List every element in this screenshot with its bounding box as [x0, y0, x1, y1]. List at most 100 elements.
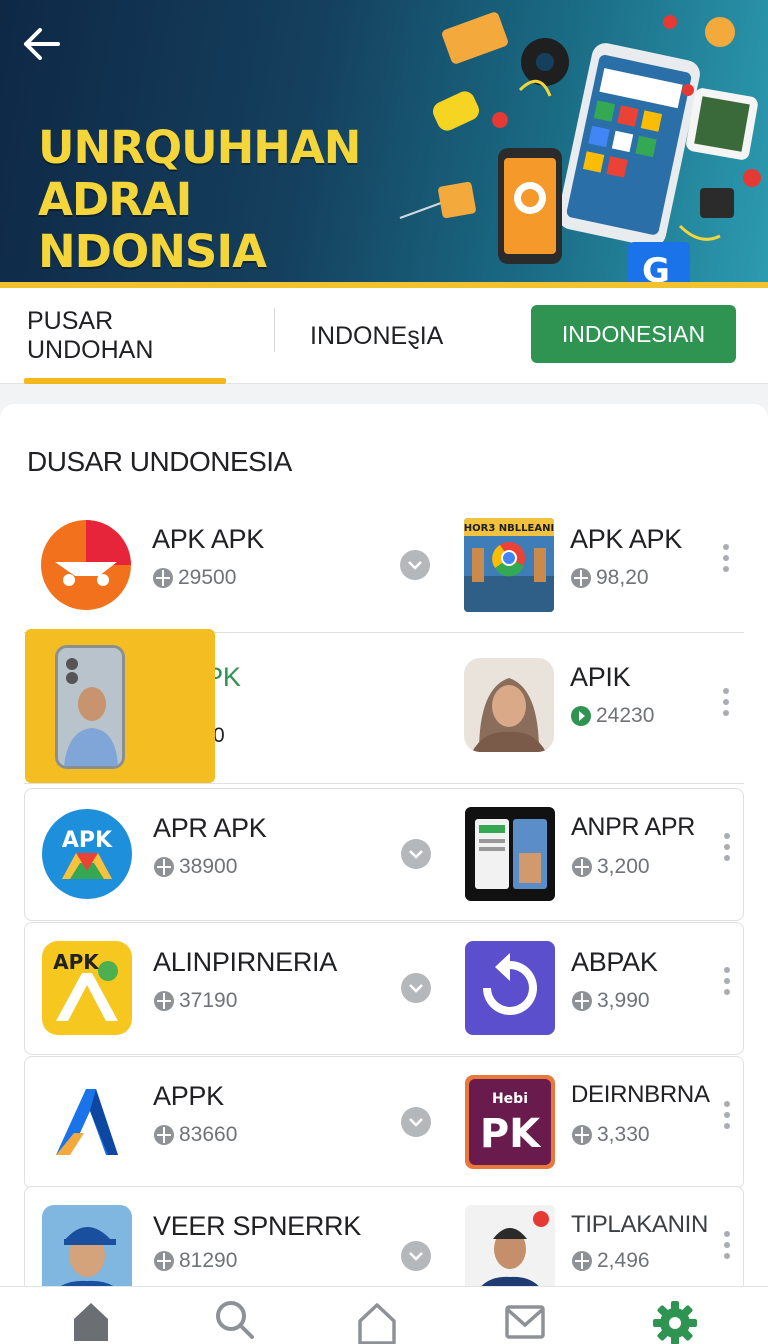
list-item[interactable]: APIK 24230 — [444, 634, 744, 783]
globe-icon — [571, 568, 591, 588]
download-count-value: 98,20 — [596, 566, 649, 589]
list-item[interactable]: HOR3 NBLLEANI APK APK 98,20 — [444, 500, 744, 632]
download-count: 38900 — [153, 855, 237, 879]
settings-icon[interactable] — [650, 1295, 700, 1344]
app-name[interactable]: ANPR APR — [571, 813, 695, 842]
app-name[interactable]: VEER SPNERRK — [153, 1211, 361, 1242]
banner-title-line2: ADRAI NDONSIA — [38, 173, 267, 278]
globe-icon — [154, 991, 174, 1011]
list-item[interactable]: Hebi PK DEIRNBRNA 3,330 — [445, 1057, 745, 1188]
list-item[interactable]: ANPR APR 3,200 — [445, 789, 745, 920]
download-count-value: 81290 — [179, 1249, 238, 1272]
list-item[interactable]: ABPAK 3,990 — [445, 923, 745, 1054]
chevron-down-icon — [408, 561, 422, 570]
banner-title: UNRQUHHAN ADRAI NDONSIA — [38, 122, 418, 278]
tab-pusar-undohan[interactable]: PUSAR UNDOHAN — [27, 288, 227, 384]
back-arrow-icon[interactable] — [20, 24, 64, 64]
expand-button[interactable] — [401, 973, 431, 1003]
chevron-down-icon — [409, 984, 423, 993]
woman-portrait-icon[interactable] — [464, 658, 554, 752]
more-options-icon[interactable] — [714, 684, 738, 720]
list-item[interactable]: TIPLAKANIN 2,496 — [445, 1187, 745, 1286]
expand-button[interactable] — [401, 1107, 431, 1137]
list-row: APK APK 29500 HOR3 NBLLEANI APK APK 98,2… — [24, 500, 744, 633]
chrome-city-icon[interactable]: HOR3 NBLLEANI — [464, 518, 554, 612]
apk-yellow-icon[interactable]: APK — [42, 941, 132, 1035]
search-icon[interactable] — [210, 1295, 260, 1344]
expand-button[interactable] — [401, 1241, 431, 1271]
download-count: 29500 — [152, 566, 236, 590]
list-row: APK ALINPIRNERIA 37190 ABPAK 3,990 — [24, 922, 744, 1055]
more-options-icon[interactable] — [715, 1097, 739, 1133]
svg-text:PK: PK — [480, 1111, 542, 1157]
chevron-down-icon — [409, 1118, 423, 1127]
download-count: 81290 — [153, 1249, 237, 1273]
globe-icon — [572, 1125, 592, 1145]
more-options-icon[interactable] — [715, 963, 739, 999]
banner-devices-illustration: G — [399, 12, 761, 288]
globe-icon — [154, 1125, 174, 1145]
svg-text:HOR3 NBLLEANI: HOR3 NBLLEANI — [464, 523, 554, 534]
app-name[interactable]: APK APK — [152, 524, 264, 555]
app-name[interactable]: APPK — [153, 1081, 224, 1112]
list-item[interactable]: APPK 83660 — [25, 1057, 445, 1188]
list-row: APK APR APK 38900 ANPR APR 3,200 — [24, 788, 744, 921]
svg-text:Hebi: Hebi — [492, 1091, 528, 1107]
app-name[interactable]: APK APK — [570, 524, 682, 555]
list-row: VEER SPNERRK 81290 TIPLAKANIN 2,496 — [24, 1186, 744, 1286]
apk-drive-icon[interactable]: APK — [42, 807, 132, 901]
list-item[interactable]: APK APK 29500 — [24, 500, 444, 632]
download-count: 3,330 — [571, 1123, 650, 1147]
section-title: DUSAR UNDONESIA — [27, 446, 292, 477]
download-count: 3,200 — [571, 855, 650, 879]
expand-button[interactable] — [401, 839, 431, 869]
man-cap-icon[interactable] — [42, 1205, 132, 1286]
download-count-value: 37190 — [179, 989, 238, 1012]
a-logo-icon[interactable] — [42, 1075, 132, 1169]
list-item[interactable]: APK APR APK 38900 — [25, 789, 445, 920]
download-count-value: 3,990 — [597, 989, 650, 1012]
banner-title-line1: UNRQUHHAN — [38, 121, 361, 174]
pk-app-icon[interactable]: Hebi PK — [465, 1075, 555, 1169]
download-count: 2,496 — [571, 1249, 650, 1273]
more-options-icon[interactable] — [715, 1227, 739, 1263]
chevron-down-icon — [409, 850, 423, 859]
expand-button[interactable] — [400, 550, 430, 580]
app-name[interactable]: DEIRNBRNA — [571, 1081, 710, 1109]
chevron-down-icon — [409, 1252, 423, 1261]
app-name[interactable]: ALINPIRNERIA — [153, 947, 337, 978]
svg-text:APK: APK — [53, 950, 100, 974]
download-count: 83660 — [153, 1123, 237, 1147]
tab-bar: PUSAR UNDOHAN INDONEȿIA INDONESIAN — [0, 288, 768, 384]
app-name[interactable]: ABPAK — [571, 947, 658, 978]
list-item[interactable]: APK ALINPIRNERIA 37190 — [25, 923, 445, 1054]
indonesian-button[interactable]: INDONESIAN — [531, 305, 736, 363]
tab-indonesia[interactable]: INDONEȿIA — [310, 288, 500, 384]
more-options-icon[interactable] — [714, 540, 738, 576]
play-icon — [571, 706, 591, 726]
download-count: 24230 — [570, 704, 654, 728]
app-list-card: DUSAR UNDONESIA APK APK 29500 HOR3 NBLLE… — [0, 404, 768, 1286]
home-icon[interactable] — [66, 1295, 116, 1344]
globe-icon — [154, 857, 174, 877]
download-count: 37190 — [153, 989, 237, 1013]
delivery-app-icon[interactable] — [41, 518, 131, 612]
list-row: APPK 83660 Hebi PK DEIRNBRNA 3,330 — [24, 1056, 744, 1189]
app-name[interactable]: APR APK — [153, 813, 267, 844]
download-count-value: 29500 — [178, 566, 237, 589]
download-count-value: 3,200 — [597, 855, 650, 878]
featured-app-highlight[interactable] — [25, 629, 215, 783]
house-outline-icon[interactable] — [352, 1295, 402, 1344]
more-options-icon[interactable] — [715, 829, 739, 865]
list-item[interactable]: VEER SPNERRK 81290 — [25, 1187, 445, 1286]
phones-screenshot-icon[interactable] — [465, 807, 555, 901]
mail-icon[interactable] — [500, 1295, 550, 1344]
app-name[interactable]: APIK — [570, 662, 631, 693]
globe-icon — [572, 857, 592, 877]
man-portrait-icon[interactable] — [465, 1205, 555, 1286]
refresh-app-icon[interactable] — [465, 941, 555, 1035]
download-count-value: 24230 — [596, 704, 655, 727]
active-tab-indicator — [24, 378, 226, 384]
globe-icon — [154, 1251, 174, 1271]
app-name[interactable]: TIPLAKANIN — [571, 1211, 708, 1239]
